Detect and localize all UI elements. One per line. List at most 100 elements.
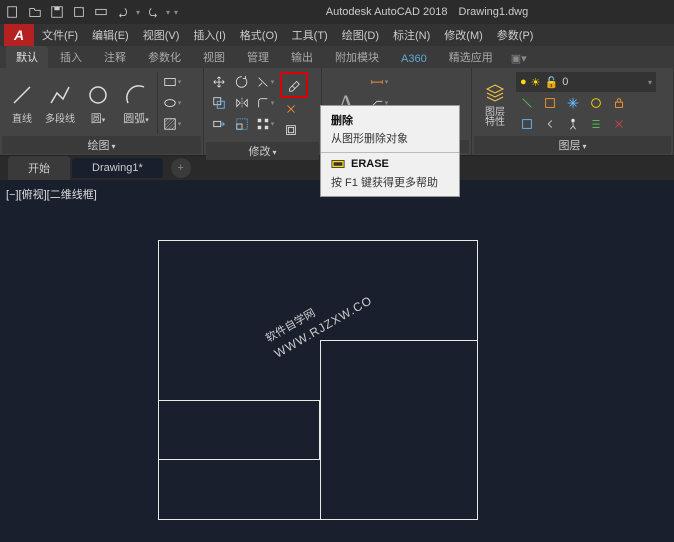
panel-layers-label[interactable]: 图层▾ [474, 136, 671, 154]
arc-button[interactable]: 圆弧▾ [118, 72, 154, 134]
sun-icon: ☀ [531, 76, 541, 89]
layer-props-label: 图层 特性 [485, 108, 505, 128]
menu-view[interactable]: 视图(V) [137, 25, 186, 45]
plot-icon[interactable] [92, 3, 110, 21]
app-name: Autodesk AutoCAD 2018 [326, 6, 448, 18]
menu-format[interactable]: 格式(O) [234, 25, 284, 45]
polyline-button[interactable]: 多段线 [42, 72, 78, 134]
layer-current: 0 [562, 76, 568, 88]
layer-match-icon[interactable] [516, 93, 538, 113]
layer-properties-button[interactable]: 图层 特性 [476, 72, 514, 134]
tab-manage[interactable]: 管理 [237, 46, 279, 68]
panel-layers: 图层 特性 ● ☀ 🔓 0 ▾ [472, 68, 674, 155]
tab-parametric[interactable]: 参数化 [138, 46, 191, 68]
tab-expand-icon[interactable]: ▣▾ [505, 49, 533, 68]
lock-icon: 🔓 [545, 76, 559, 89]
tab-insert[interactable]: 插入 [50, 46, 92, 68]
circle-icon [84, 81, 112, 109]
offset-icon[interactable] [280, 120, 302, 140]
tooltip-description: 从图形删除对象 [331, 130, 449, 146]
tab-start[interactable]: 开始 [8, 156, 70, 180]
menu-parametric[interactable]: 参数(P) [491, 25, 540, 45]
copy-icon[interactable] [208, 93, 230, 113]
new-icon[interactable] [4, 3, 22, 21]
scale-icon[interactable] [231, 114, 253, 134]
move-icon[interactable] [208, 72, 230, 92]
ellipse-icon[interactable] [161, 93, 183, 113]
redo-dropdown-icon[interactable]: ▾ [166, 8, 170, 17]
layer-merge-icon[interactable] [585, 114, 607, 134]
dimension-icon[interactable] [368, 72, 390, 92]
layer-prev-icon[interactable] [539, 114, 561, 134]
erase-button[interactable] [283, 75, 305, 95]
app-logo-icon[interactable]: A [4, 24, 34, 46]
hatch-icon[interactable] [161, 114, 183, 134]
layer-iso-icon[interactable] [539, 93, 561, 113]
undo-dropdown-icon[interactable]: ▾ [136, 8, 140, 17]
title-bar: ▾ ▾ ▾ Autodesk AutoCAD 2018 Drawing1.dwg [0, 0, 674, 24]
tab-a360[interactable]: A360 [391, 50, 437, 68]
rectangle-icon[interactable] [161, 72, 183, 92]
array-icon[interactable] [254, 114, 276, 134]
erase-highlight [280, 72, 308, 98]
quick-access-toolbar: ▾ ▾ ▾ [4, 3, 178, 21]
rect-left[interactable] [158, 400, 320, 460]
drawing-content [158, 240, 478, 520]
drawing-canvas[interactable]: [−][俯视][二维线框] 软件自学网 WWW.RJZXW.CO [0, 180, 674, 542]
tab-annotate[interactable]: 注释 [94, 46, 136, 68]
line-icon [8, 81, 36, 109]
menu-insert[interactable]: 插入(I) [187, 25, 231, 45]
command-icon [331, 157, 345, 171]
layer-dropdown[interactable]: ● ☀ 🔓 0 ▾ [516, 72, 656, 92]
window-title: Autodesk AutoCAD 2018 Drawing1.dwg [184, 6, 670, 18]
panel-draw-label[interactable]: 绘图▾ [2, 136, 201, 154]
layer-off-icon[interactable] [585, 93, 607, 113]
layer-lock-icon[interactable] [608, 93, 630, 113]
explode-icon[interactable] [280, 99, 302, 119]
viewport-label[interactable]: [−][俯视][二维线框] [6, 186, 97, 202]
tab-output[interactable]: 输出 [281, 46, 323, 68]
polyline-icon [46, 81, 74, 109]
ribbon-tabs: 默认 插入 注释 参数化 视图 管理 输出 附加模块 A360 精选应用 ▣▾ [0, 46, 674, 68]
arc-icon [122, 81, 150, 109]
menu-dimension[interactable]: 标注(N) [387, 25, 436, 45]
layer-freeze-icon[interactable] [562, 93, 584, 113]
add-tab-button[interactable]: + [171, 158, 191, 178]
rect-right[interactable] [320, 340, 478, 520]
trim-icon[interactable] [254, 72, 276, 92]
menu-modify[interactable]: 修改(M) [438, 25, 489, 45]
tooltip-title: 删除 [331, 112, 449, 128]
menu-edit[interactable]: 编辑(E) [86, 25, 135, 45]
redo-icon[interactable] [144, 3, 162, 21]
menu-draw[interactable]: 绘图(D) [336, 25, 385, 45]
circle-button[interactable]: 圆▾ [80, 72, 116, 134]
lightbulb-icon: ● [520, 76, 527, 88]
saveas-icon[interactable] [70, 3, 88, 21]
layers-icon [481, 79, 509, 107]
menu-bar: A 文件(F) 编辑(E) 视图(V) 插入(I) 格式(O) 工具(T) 绘图… [0, 24, 674, 46]
stretch-icon[interactable] [208, 114, 230, 134]
layer-walk-icon[interactable] [562, 114, 584, 134]
fillet-icon[interactable] [254, 93, 276, 113]
panel-modify: 修改▾ [204, 68, 322, 155]
menu-file[interactable]: 文件(F) [36, 25, 84, 45]
open-icon[interactable] [26, 3, 44, 21]
tab-drawing1[interactable]: Drawing1* [72, 158, 163, 178]
tooltip-help: 按 F1 键获得更多帮助 [331, 174, 449, 190]
layer-state-icon[interactable] [516, 114, 538, 134]
tab-addins[interactable]: 附加模块 [325, 46, 389, 68]
tab-view[interactable]: 视图 [193, 46, 235, 68]
save-icon[interactable] [48, 3, 66, 21]
tab-default[interactable]: 默认 [6, 46, 48, 68]
panel-modify-label[interactable]: 修改▾ [206, 142, 319, 160]
line-button[interactable]: 直线 [4, 72, 40, 134]
tooltip-command: ERASE [351, 158, 389, 170]
menu-tools[interactable]: 工具(T) [286, 25, 334, 45]
mirror-icon[interactable] [231, 93, 253, 113]
rotate-icon[interactable] [231, 72, 253, 92]
layer-delete-icon[interactable] [608, 114, 630, 134]
undo-icon[interactable] [114, 3, 132, 21]
file-name: Drawing1.dwg [459, 6, 529, 18]
tab-featured[interactable]: 精选应用 [439, 46, 503, 68]
qat-customize-icon[interactable]: ▾ [174, 8, 178, 17]
